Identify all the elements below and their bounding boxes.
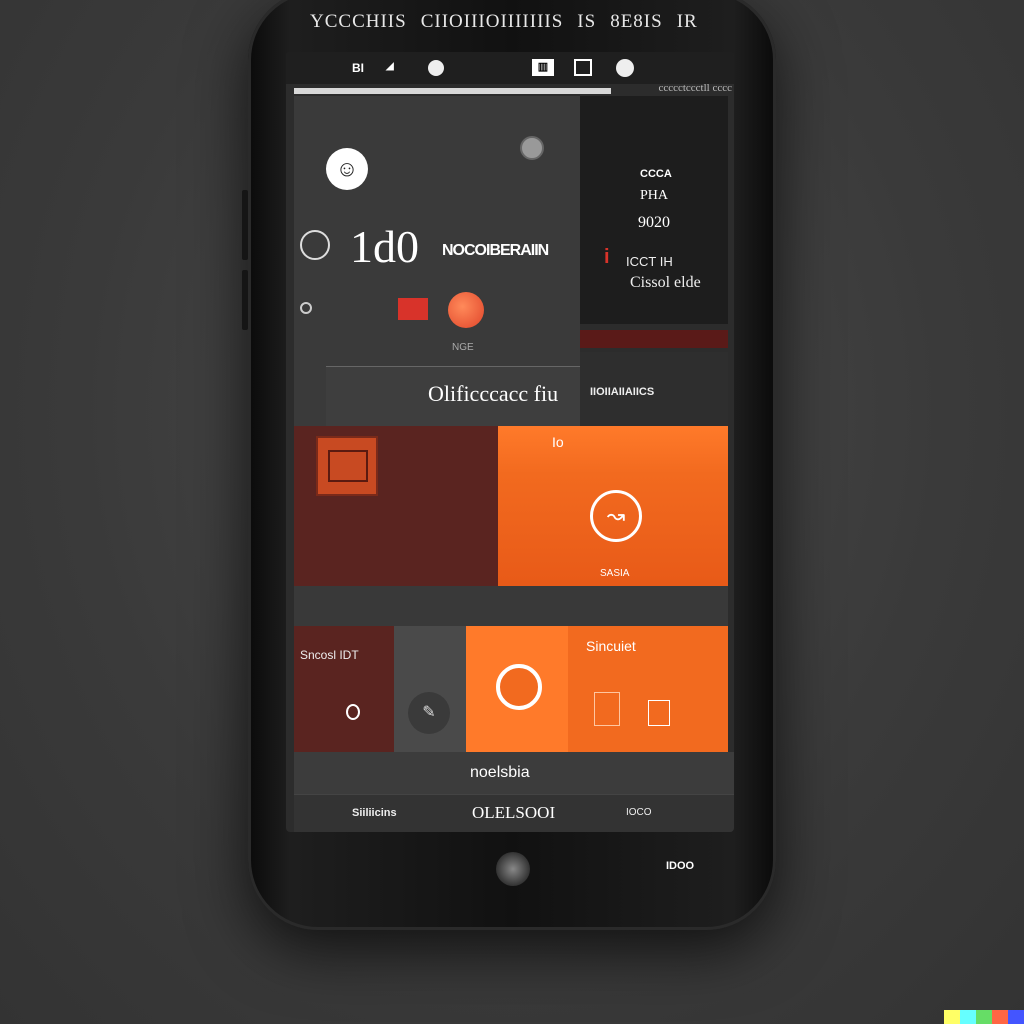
notification-dot-icon [520,136,544,160]
top-label-5: IR [676,11,698,32]
power-button[interactable] [242,270,248,330]
settings-icon[interactable] [428,60,444,79]
clock-icon [300,230,330,260]
tile-orange-small[interactable] [466,626,568,752]
large-orange-caption: SASIA [600,568,630,579]
volume-button[interactable] [242,190,248,260]
status-left-text: BI [352,61,364,75]
tile-grey[interactable]: ✎ [394,626,466,752]
dark-red-label: Sncosl IDT [300,648,359,662]
red-tag-icon [398,298,428,320]
main-title: NOCOIBERAIIN [442,242,549,259]
small-label: NGE [452,342,474,353]
smiley-icon[interactable]: ☺ [326,148,368,190]
top-label-1: YCCCHIIS [310,11,407,32]
photo-icon [316,436,378,496]
side-accent-label: i [604,246,610,268]
side-line-2: Cissol elde [630,274,701,291]
color-watermark [944,1010,1024,1024]
home-right-label: IDOO [666,860,695,872]
info-icon[interactable] [300,302,312,314]
progress-label: ccccctccctll cccc [658,82,732,94]
side-label-1: CCCA [640,168,672,180]
document-icon [594,692,620,726]
footer-title: noelsbia [470,764,530,781]
link-icon: ↝ [590,490,642,542]
signal-icon: ◢ [386,61,394,72]
red-accent-bar [580,330,728,348]
tile-dark-red-large[interactable] [294,426,498,586]
alarm-icon[interactable] [616,59,634,80]
side-bottom-label: IIOIIAIIAIICS [590,386,655,398]
grid-icon[interactable] [574,59,592,76]
record-icon[interactable] [448,292,484,328]
tile-dark-red[interactable]: Sncosl IDT [294,626,394,752]
top-label-3: IS [577,11,597,32]
top-label-4: 8E8IS [610,11,663,32]
side-value: 9020 [638,214,670,231]
side-bottom-panel[interactable]: IIOIIAIIAIICS [580,352,728,426]
large-orange-label: Io [552,434,564,450]
tile-orange-large[interactable]: Io ↝ SASIA [498,426,728,586]
footer-bottom: Siiliicins OLELSOOI IOCO [294,794,734,832]
phone-screen: BI ◢ ▥ ccccctccctll cccc ☺ 1d0 NOCOIBERA… [286,52,734,832]
tile-orange-wide[interactable]: Sincuiet [568,626,728,752]
clipboard-icon [648,700,670,726]
status-bar: BI ◢ ▥ [286,52,734,84]
ring-icon [346,704,360,720]
side-line-1: ICCT IH [626,254,673,269]
top-label-2: CIIOIIIOIIIIIIIS [420,11,564,32]
footer-center[interactable]: OLELSOOI [472,803,555,823]
big-value: 1d0 [350,221,419,272]
progress-bar: ccccctccctll cccc [294,82,734,96]
device-top-label: YCCCHIIS CIIOIIIOIIIIIIIS IS 8E8IS IR [310,6,714,38]
orange-label: Sincuiet [586,638,636,654]
sub-panel[interactable]: Olificccacc fiu [326,366,580,427]
footer-left[interactable]: Siiliicins [352,807,397,819]
side-label-2: PHA [640,188,669,203]
pen-icon: ✎ [408,692,450,734]
side-panel[interactable]: CCCA PHA 9020 i ICCT IH Cissol elde [580,96,728,324]
sub-label: Olificccacc fiu [428,381,559,406]
calendar-icon[interactable]: ▥ [532,59,554,76]
home-button[interactable] [496,852,530,886]
circle-icon [496,664,542,710]
divider-strip [294,586,728,626]
progress-fill [294,88,611,94]
footer-right[interactable]: IOCO [626,807,652,818]
footer-top: noelsbia [294,752,734,794]
